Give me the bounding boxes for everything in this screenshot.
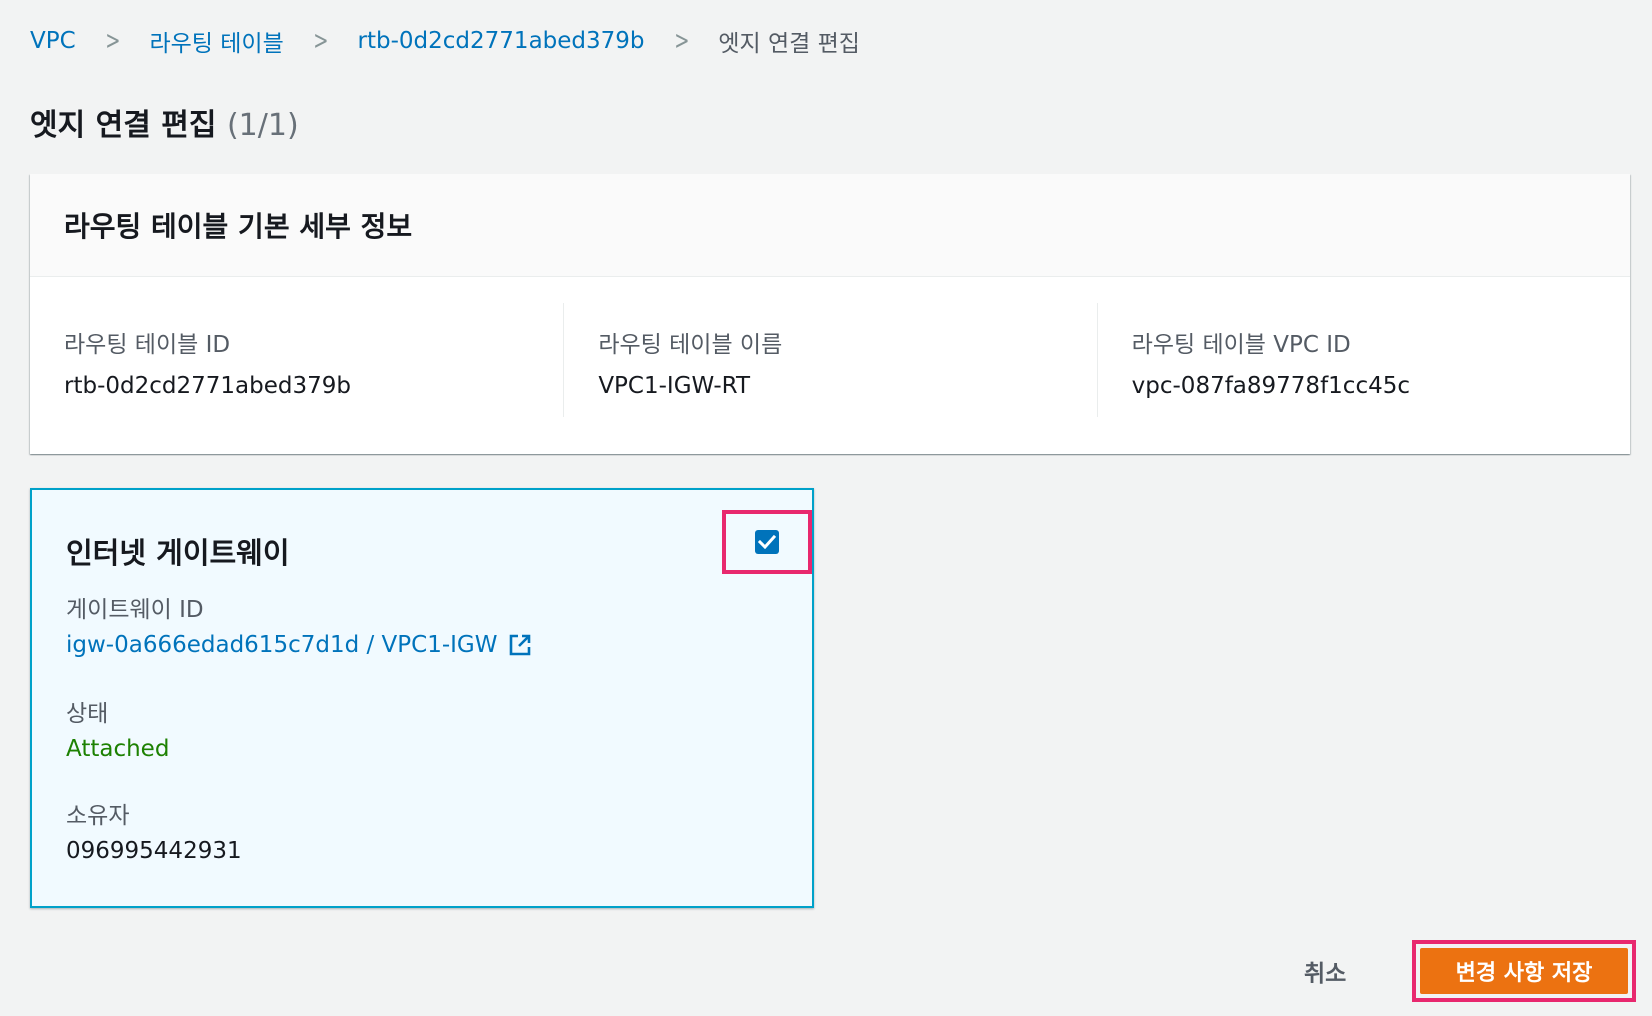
- route-table-name-value: VPC1-IGW-RT: [598, 373, 750, 399]
- gateway-owner-value: 096995442931: [66, 838, 242, 864]
- breadcrumb-vpc[interactable]: VPC: [30, 28, 76, 54]
- gateway-id-link[interactable]: igw-0a666edad615c7d1d / VPC1-IGW: [66, 632, 532, 658]
- internet-gateway-card[interactable]: 인터넷 게이트웨이 게이트웨이 ID igw-0a666edad615c7d1d…: [30, 488, 814, 908]
- chevron-right-icon: >: [104, 26, 121, 56]
- route-table-id-value: rtb-0d2cd2771abed379b: [64, 373, 351, 399]
- gateway-checkbox-highlight: [722, 510, 812, 574]
- route-table-id-label: 라우팅 테이블 ID: [64, 332, 231, 358]
- page-title-text: 엣지 연결 편집: [30, 108, 217, 143]
- breadcrumb: VPC > 라우팅 테이블 > rtb-0d2cd2771abed379b > …: [30, 24, 860, 58]
- gateway-owner-label: 소유자: [66, 803, 130, 829]
- details-col-id: 라우팅 테이블 ID rtb-0d2cd2771abed379b: [30, 303, 563, 417]
- checkbox-checked-icon: [758, 535, 776, 549]
- chevron-right-icon: >: [673, 26, 690, 56]
- form-actions: 취소 변경 사항 저장: [0, 940, 1652, 1002]
- gateway-title: 인터넷 게이트웨이: [66, 536, 290, 570]
- gateway-id-label: 게이트웨이 ID: [66, 597, 204, 623]
- external-link-icon: [509, 634, 530, 656]
- breadcrumb-current: 엣지 연결 편집: [718, 31, 860, 57]
- gateway-owner-field: 소유자 096995442931: [66, 796, 242, 864]
- breadcrumb-route-tables[interactable]: 라우팅 테이블: [149, 24, 283, 58]
- details-columns: 라우팅 테이블 ID rtb-0d2cd2771abed379b 라우팅 테이블…: [30, 277, 1630, 417]
- page-title-count: (1/1): [226, 108, 299, 143]
- save-button-highlight: 변경 사항 저장: [1412, 940, 1636, 1002]
- gateway-status-label: 상태: [66, 701, 109, 727]
- route-table-name-label: 라우팅 테이블 이름: [598, 332, 783, 358]
- route-table-details-card: 라우팅 테이블 기본 세부 정보 라우팅 테이블 ID rtb-0d2cd277…: [30, 174, 1630, 454]
- details-heading: 라우팅 테이블 기본 세부 정보: [64, 210, 413, 243]
- save-changes-button[interactable]: 변경 사항 저장: [1420, 948, 1628, 994]
- route-table-vpc-value: vpc-087fa89778f1cc45c: [1131, 373, 1411, 399]
- cancel-button[interactable]: 취소: [1304, 954, 1346, 988]
- details-header: 라우팅 테이블 기본 세부 정보: [30, 174, 1630, 277]
- gateway-status-value: Attached: [66, 736, 170, 762]
- route-table-vpc-label: 라우팅 테이블 VPC ID: [1131, 332, 1351, 358]
- breadcrumb-route-table-id[interactable]: rtb-0d2cd2771abed379b: [358, 28, 645, 54]
- details-col-vpc: 라우팅 테이블 VPC ID vpc-087fa89778f1cc45c: [1096, 303, 1630, 417]
- gateway-status-field: 상태 Attached: [66, 694, 169, 762]
- details-col-name: 라우팅 테이블 이름 VPC1-IGW-RT: [563, 303, 1096, 417]
- gateway-id-value: igw-0a666edad615c7d1d / VPC1-IGW: [66, 632, 498, 658]
- chevron-right-icon: >: [313, 26, 329, 56]
- page-title: 엣지 연결 편집 (1/1): [30, 100, 299, 144]
- gateway-id-field: 게이트웨이 ID igw-0a666edad615c7d1d / VPC1-IG…: [66, 590, 532, 658]
- gateway-checkbox[interactable]: [755, 530, 779, 554]
